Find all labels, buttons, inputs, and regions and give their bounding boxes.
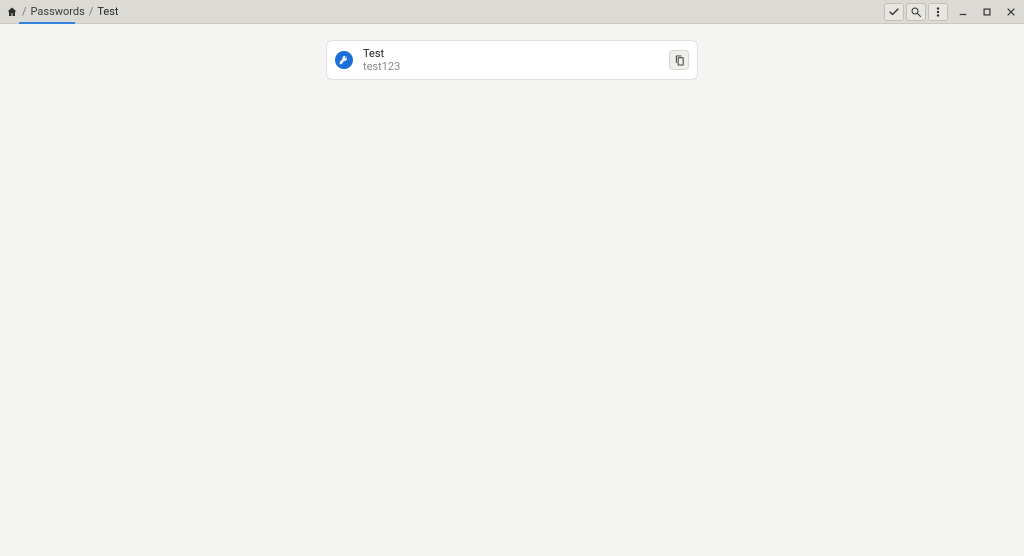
key-icon [335,51,353,69]
header-actions [884,3,1020,21]
entry-labels: Test test123 [363,47,659,73]
copy-password-button[interactable] [669,50,689,70]
breadcrumb-active-underline [19,22,75,24]
header-bar: / Passwords / Test [0,0,1024,24]
menu-button[interactable] [928,3,948,21]
breadcrumb-separator: / [22,5,27,18]
entry-title: Test [363,47,659,60]
window-minimize-button[interactable] [954,3,972,21]
search-button[interactable] [906,3,926,21]
select-button[interactable] [884,3,904,21]
breadcrumb-separator: / [89,5,94,18]
content-area: Test test123 [0,24,1024,80]
password-entry-row[interactable]: Test test123 [326,40,698,80]
window-close-button[interactable] [1002,3,1020,21]
breadcrumb-link-passwords[interactable]: Passwords [31,5,85,18]
entry-username: test123 [363,60,659,73]
window-maximize-button[interactable] [978,3,996,21]
breadcrumb: / Passwords / Test [6,5,119,18]
home-icon[interactable] [6,6,18,18]
breadcrumb-current: Test [97,5,118,18]
